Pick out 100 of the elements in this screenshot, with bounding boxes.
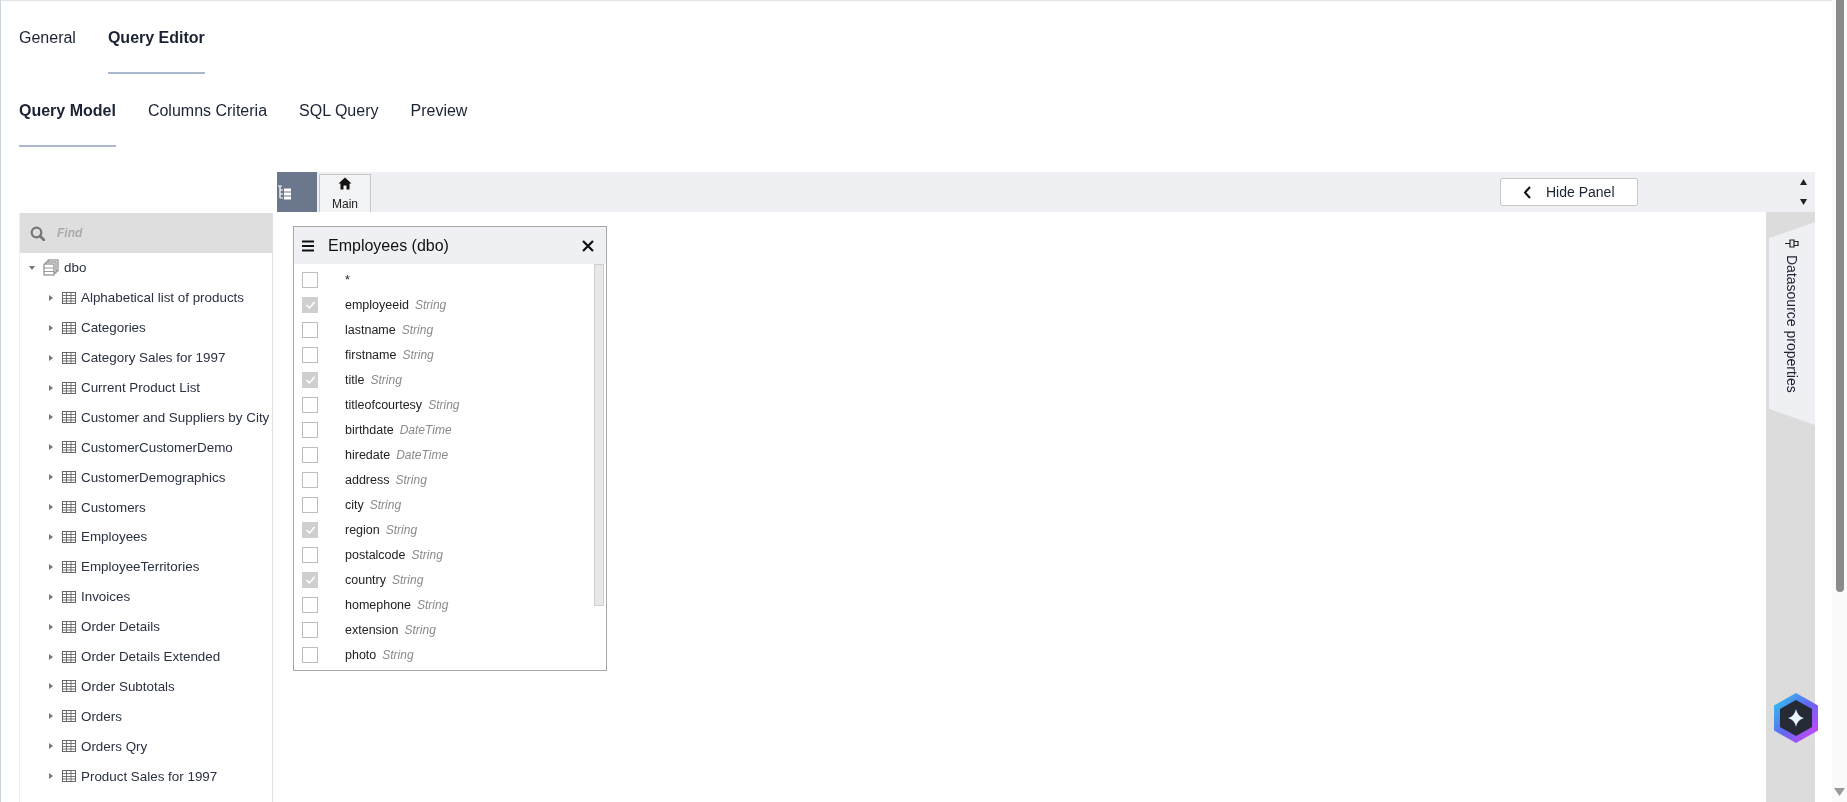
checkbox[interactable] <box>302 296 318 313</box>
expand-caret-icon[interactable] <box>47 592 55 601</box>
sparkle-icon <box>1771 692 1821 744</box>
expand-caret-icon[interactable] <box>47 772 55 781</box>
checkbox[interactable] <box>302 596 318 613</box>
checkbox[interactable] <box>302 346 318 363</box>
checkbox[interactable] <box>302 571 318 588</box>
tree-item[interactable]: Order Details Extended <box>20 641 272 672</box>
expand-caret-icon[interactable] <box>47 443 55 452</box>
expand-caret-icon[interactable] <box>47 652 55 661</box>
checkbox[interactable] <box>302 646 318 663</box>
checkbox[interactable] <box>302 521 318 538</box>
tree-item[interactable]: Order Details <box>20 611 272 642</box>
field-name: region <box>345 522 380 537</box>
tree-item[interactable]: Categories <box>20 312 272 343</box>
expand-caret-icon[interactable] <box>47 383 55 392</box>
checkbox[interactable] <box>302 471 318 488</box>
expand-caret-icon[interactable] <box>47 712 55 721</box>
expand-caret-icon[interactable] <box>47 473 55 482</box>
checkbox[interactable] <box>302 321 318 338</box>
table-icon <box>62 441 76 454</box>
expand-caret-icon[interactable] <box>47 353 55 362</box>
table-icon <box>62 351 76 364</box>
checkbox[interactable] <box>302 271 318 288</box>
table-icon <box>62 560 76 573</box>
tree-item[interactable]: CustomerDemographics <box>20 462 272 493</box>
table-icon <box>62 680 76 693</box>
expand-caret-icon[interactable] <box>47 503 55 512</box>
menu-icon[interactable] <box>302 239 314 252</box>
scrollbar-thumb[interactable] <box>1835 0 1844 592</box>
tree-item[interactable]: dbo <box>20 253 272 283</box>
table-icon <box>62 620 76 633</box>
table-icon <box>62 291 76 304</box>
expand-caret-icon[interactable] <box>47 622 55 631</box>
tree-item[interactable]: Product Sales for 1997 <box>20 761 272 792</box>
checkbox[interactable] <box>302 621 318 638</box>
check-icon <box>304 524 316 535</box>
expand-caret-icon[interactable] <box>47 532 55 541</box>
table-icon <box>62 650 76 663</box>
field-type: String <box>411 547 443 562</box>
home-icon <box>338 177 352 190</box>
table-icon <box>62 501 76 514</box>
tree-item[interactable]: EmployeeTerritories <box>20 551 272 582</box>
scroll-down-icon[interactable] <box>1800 199 1807 205</box>
field-type: String <box>369 497 402 512</box>
collapse-caret-icon[interactable] <box>28 263 36 272</box>
tree-item[interactable]: Alphabetical list of products <box>20 282 272 313</box>
tree-item[interactable]: Category Sales for 1997 <box>20 342 272 373</box>
tree-item[interactable]: CustomerCustomerDemo <box>20 432 272 463</box>
scroll-up-icon[interactable] <box>1800 179 1807 185</box>
tree-item[interactable]: Customers <box>20 492 272 522</box>
tree-item[interactable]: Current Product List <box>20 372 272 403</box>
table-icon <box>62 530 76 543</box>
expand-caret-icon[interactable] <box>47 742 55 751</box>
tree-item[interactable]: Employees <box>20 522 272 552</box>
close-icon[interactable] <box>582 239 594 252</box>
assistant-button[interactable] <box>1771 692 1821 744</box>
tree-view-icon <box>277 184 292 200</box>
tab[interactable]: Query Model <box>19 74 116 147</box>
checkbox[interactable] <box>302 546 318 563</box>
field-type: String <box>392 572 424 587</box>
tree-item[interactable]: Orders Qry <box>20 731 272 762</box>
table-icon <box>62 710 76 723</box>
expand-caret-icon[interactable] <box>47 293 55 302</box>
hide-panel-button[interactable]: Hide Panel <box>1500 178 1638 206</box>
checkbox[interactable] <box>302 496 318 513</box>
field-name: photo <box>345 647 377 662</box>
tab[interactable]: General <box>19 1 76 74</box>
expand-caret-icon[interactable] <box>47 323 55 332</box>
table-box-title: Employees (dbo) <box>328 236 450 255</box>
check-icon <box>304 299 316 310</box>
field-name: postalcode <box>345 547 406 562</box>
field-name: extension <box>345 622 399 637</box>
field-name: lastname <box>345 322 396 337</box>
checkbox[interactable] <box>302 421 318 438</box>
field-type: String <box>428 397 460 412</box>
expand-caret-icon[interactable] <box>47 413 55 422</box>
checkbox[interactable] <box>302 396 318 413</box>
tab[interactable]: Preview <box>410 74 468 147</box>
chevron-left-icon <box>1523 185 1532 199</box>
field-name: * <box>345 272 350 287</box>
tree-item[interactable]: Customer and Suppliers by City <box>20 402 272 433</box>
main-button[interactable]: Main <box>319 174 371 212</box>
tab[interactable]: SQL Query <box>299 74 379 147</box>
table-icon <box>62 381 76 394</box>
tree-view-button[interactable] <box>277 172 317 212</box>
scrollbar[interactable] <box>594 264 604 606</box>
database-icon <box>43 259 59 277</box>
tree-item[interactable]: Order Subtotals <box>20 671 272 702</box>
expand-caret-icon[interactable] <box>47 682 55 691</box>
datasource-properties-tab[interactable]: Datasource properties <box>1769 222 1815 425</box>
tree-item[interactable]: Orders <box>20 701 272 732</box>
tree-item[interactable]: Invoices <box>20 581 272 612</box>
tab[interactable]: Columns Criteria <box>147 74 268 147</box>
checkbox[interactable] <box>302 371 318 388</box>
expand-caret-icon[interactable] <box>47 562 55 571</box>
checkbox[interactable] <box>302 446 318 463</box>
field-name: employeeid <box>345 297 409 312</box>
tab[interactable]: Query Editor <box>107 1 205 74</box>
field-name: firstname <box>345 347 397 362</box>
